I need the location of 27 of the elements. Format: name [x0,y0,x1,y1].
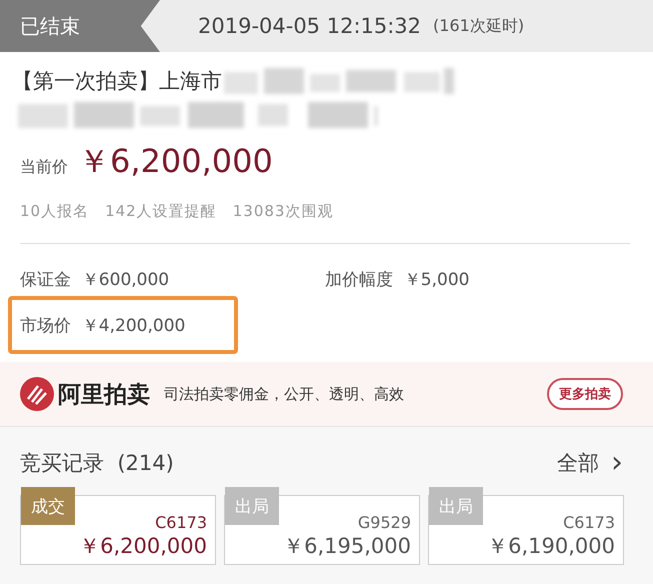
stat-text: 142人设置提醒 [105,202,217,221]
bid-amount: ￥6,195,000 [283,533,411,560]
bidder-code: G9529 [358,513,411,532]
status-badge: 出局 [225,487,279,525]
current-price: ￥6,200,000 [78,141,273,182]
bid-amount: ￥6,190,000 [487,533,615,560]
brand-name: 阿里拍卖 [58,380,150,410]
all-link[interactable]: 全部 [557,449,599,477]
status-badge: 成交 [21,487,75,525]
slogan: 司法拍卖零佣金，公开、透明、高效 [164,384,404,404]
more-auctions-button[interactable]: 更多拍卖 [547,378,623,410]
highlight-frame: 市场价 ￥4,200,000 [8,296,238,354]
chevron-icon[interactable]: › [611,448,623,478]
price-label: 当前价 [20,157,68,178]
info-text: 加价幅度 ￥5,000 [325,268,470,292]
logo-icon [20,377,54,411]
stat-text: 10人报名 [20,202,90,221]
bidder-code: C6173 [563,513,615,532]
extension-count: (161次延时) [433,16,524,36]
info-text: 保证金 ￥600,000 [20,268,170,292]
status-badge: 出局 [429,487,483,525]
end-time: 2019-04-05 12:15:32 [198,14,422,38]
bid-amount: ￥6,200,000 [79,533,207,560]
bidder-code: C6173 [155,513,207,532]
stat-text: 13083次围观 [232,202,334,221]
records-title: 竞买记录 (214) [20,450,174,477]
auction-title: 【第一次拍卖】上海市 [12,68,222,95]
